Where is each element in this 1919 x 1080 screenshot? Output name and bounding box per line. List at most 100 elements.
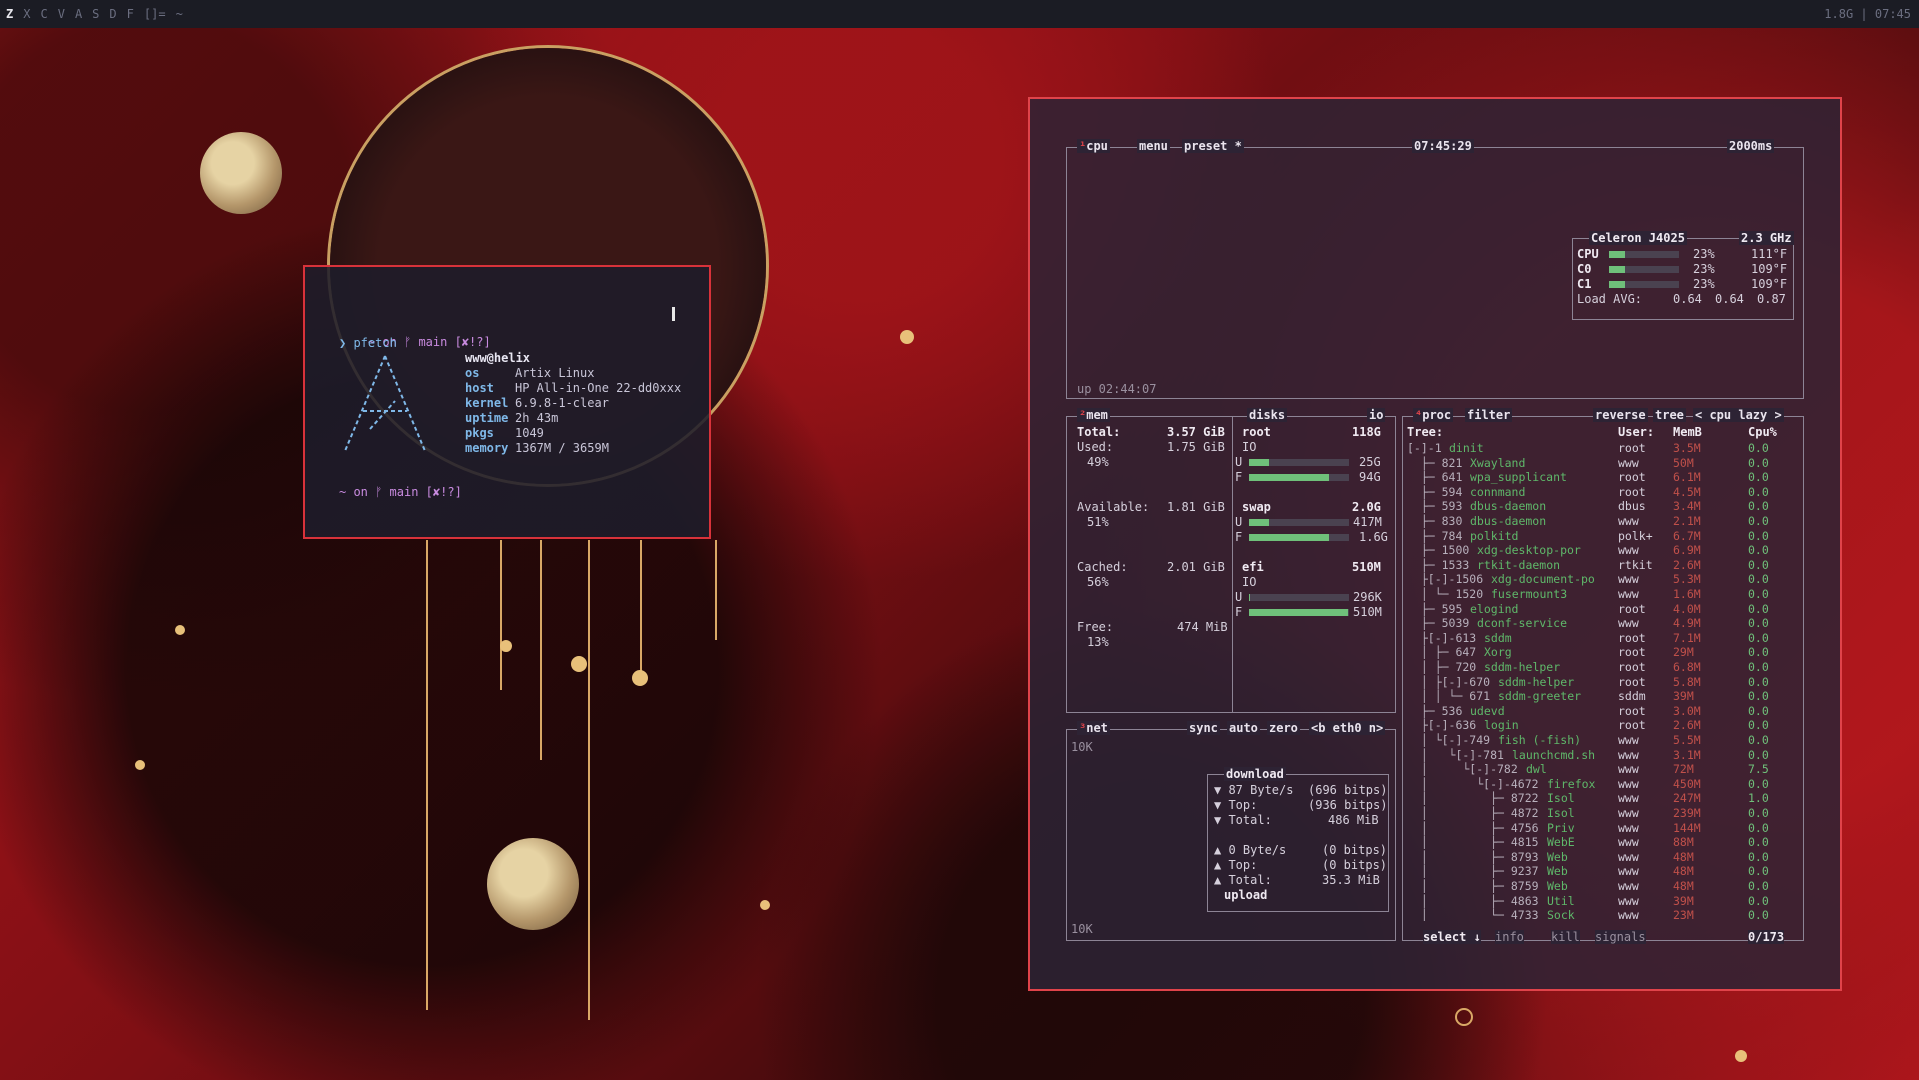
io-toggle[interactable]: io: [1367, 408, 1386, 422]
upload-top-label: ▲ Top:: [1214, 858, 1258, 872]
process-list[interactable]: [-]-1 dinit root 3.5M 0.0 ├─ 821 Xwayland ww…: [1407, 441, 1797, 921]
table-row[interactable]: ├─ 5039 dconf-service www 4.9M 0.0: [1407, 616, 1797, 631]
table-row[interactable]: ├─ 821 Xwayland www 50M 0.0: [1407, 456, 1797, 471]
workspace-tag[interactable]: S: [92, 7, 99, 21]
wallpaper-drip: [640, 540, 642, 680]
proc-user: rtkit: [1618, 557, 1653, 572]
workspace-tag[interactable]: X: [23, 7, 30, 21]
proc-name: fusermount3: [1491, 587, 1568, 601]
proc-cpu: 0.0: [1748, 630, 1769, 645]
net-interface-selector[interactable]: <b eth0 n>: [1309, 721, 1386, 735]
table-row[interactable]: │ │ └─ 671 sddm-greeter sddm 39M 0.0: [1407, 689, 1797, 704]
workspace-tag[interactable]: Z: [6, 7, 13, 21]
load-avg-15: 0.87: [1757, 292, 1786, 306]
table-row[interactable]: │ ├─ 4872 Isol www 239M 0.0: [1407, 806, 1797, 821]
proc-tree-branch: ├─ 821: [1407, 455, 1470, 470]
layout-indicator[interactable]: []=: [144, 7, 166, 21]
menu-button[interactable]: menu: [1137, 139, 1170, 153]
proc-tree-branch: │ ├─ 4756: [1407, 820, 1546, 835]
load-avg-1: 0.64: [1673, 292, 1702, 306]
table-row[interactable]: ├[-]-613 sddm root 7.1M 0.0: [1407, 631, 1797, 646]
table-row[interactable]: ├─ 594 connmand root 4.5M 0.0: [1407, 485, 1797, 500]
proc-kill-button[interactable]: kill: [1551, 930, 1580, 944]
workspace-tag[interactable]: D: [109, 7, 116, 21]
proc-sort-selector[interactable]: < cpu lazy >: [1693, 408, 1784, 422]
disk-size: 118G: [1352, 425, 1381, 439]
proc-user: polk+: [1618, 528, 1653, 543]
workspace-tag[interactable]: A: [75, 7, 82, 21]
proc-tree-toggle[interactable]: tree: [1653, 408, 1686, 422]
workspace-tag[interactable]: F: [127, 7, 134, 21]
table-row[interactable]: ├─ 641 wpa_supplicant root 6.1M 0.0: [1407, 470, 1797, 485]
table-row[interactable]: ├─ 1500 xdg-desktop-por www 6.9M 0.0: [1407, 543, 1797, 558]
table-row[interactable]: │ └[-]-4672 firefox www 450M 0.0: [1407, 777, 1797, 792]
table-row[interactable]: │ └[-]-749 fish (-fish) www 5.5M 0.0: [1407, 733, 1797, 748]
table-row[interactable]: │ ├─ 9237 Web www 48M 0.0: [1407, 864, 1797, 879]
table-row[interactable]: │ └[-]-781 launchcmd.sh www 3.1M 0.0: [1407, 748, 1797, 763]
proc-mem: 29M: [1673, 645, 1694, 660]
cpu-model: Celeron J4025: [1589, 231, 1687, 245]
proc-name: dwl: [1526, 762, 1547, 777]
table-row[interactable]: │ ├─ 4863 Util www 39M 0.0: [1407, 894, 1797, 909]
proc-mem: 1.6M: [1673, 587, 1701, 601]
net-zero-toggle[interactable]: zero: [1267, 721, 1300, 735]
table-row[interactable]: │ ├─ 647 Xorg root 29M 0.0: [1407, 645, 1797, 660]
proc-signals-button[interactable]: signals: [1595, 930, 1646, 944]
proc-user: www: [1618, 616, 1639, 631]
net-tab[interactable]: net: [1086, 721, 1108, 735]
table-row[interactable]: │ └[-]-782 dwl www 72M 7.5: [1407, 762, 1797, 777]
download-rate-bits: (696 bitps): [1308, 783, 1388, 797]
proc-user: www: [1618, 762, 1639, 777]
pfetch-user: www@helix: [465, 351, 531, 365]
proc-tree-branch: │ └[-]-4672: [1407, 776, 1546, 791]
table-row[interactable]: ├─ 784 polkitd polk+ 6.7M 0.0: [1407, 529, 1797, 544]
proc-mem: 450M: [1673, 776, 1701, 791]
table-row[interactable]: │ ├─ 8722 Isol www 247M 1.0: [1407, 791, 1797, 806]
disk-name: swap: [1242, 500, 1271, 514]
net-box: ³net sync auto zero <b eth0 n> 10K 10K d…: [1066, 721, 1396, 941]
table-row[interactable]: │ ├─ 4815 WebE www 88M 0.0: [1407, 835, 1797, 850]
table-row[interactable]: │ ├[-]-670 sddm-helper root 5.8M 0.0: [1407, 675, 1797, 690]
table-row[interactable]: ├─ 536 udevd root 3.0M 0.0: [1407, 704, 1797, 719]
table-row[interactable]: [-]-1 dinit root 3.5M 0.0: [1407, 441, 1797, 456]
net-auto-toggle[interactable]: auto: [1227, 721, 1260, 735]
table-row[interactable]: ├─ 595 elogind root 4.0M 0.0: [1407, 602, 1797, 617]
net-sync-toggle[interactable]: sync: [1187, 721, 1220, 735]
proc-filter-button[interactable]: filter: [1465, 408, 1513, 422]
proc-name: Isol: [1547, 791, 1575, 806]
proc-cpu: 0.0: [1748, 879, 1769, 893]
table-row[interactable]: │ ├─ 4756 Priv www 144M 0.0: [1407, 821, 1797, 836]
proc-tree-branch: │ ├─ 8722: [1407, 791, 1546, 806]
proc-info-button[interactable]: info: [1495, 930, 1524, 944]
proc-user: www: [1618, 733, 1639, 747]
table-row[interactable]: ├─ 1533 rtkit-daemon rtkit 2.6M 0.0: [1407, 558, 1797, 573]
table-row[interactable]: ├[-]-636 login root 2.6M 0.0: [1407, 718, 1797, 733]
upload-title: upload: [1224, 888, 1268, 902]
table-row[interactable]: ├─ 830 dbus-daemon www 2.1M 0.0: [1407, 514, 1797, 529]
mem-free-label: Free:: [1077, 620, 1114, 634]
proc-mem: 2.1M: [1673, 514, 1701, 528]
proc-reverse-toggle[interactable]: reverse: [1593, 408, 1648, 422]
table-row[interactable]: ├─ 593 dbus-daemon dbus 3.4M 0.0: [1407, 499, 1797, 514]
proc-tree-branch: ├─ 594: [1407, 484, 1470, 499]
workspace-tag[interactable]: V: [58, 7, 65, 21]
proc-mem: 3.4M: [1673, 499, 1701, 514]
update-interval[interactable]: 2000ms: [1727, 139, 1775, 153]
table-row[interactable]: │ ├─ 8759 Web www 48M 0.0: [1407, 879, 1797, 894]
mem-tab[interactable]: mem: [1086, 408, 1108, 422]
proc-tab[interactable]: proc: [1422, 408, 1451, 422]
table-row[interactable]: │ └─ 1520 fusermount3 www 1.6M 0.0: [1407, 587, 1797, 602]
table-row[interactable]: │ ├─ 8793 Web www 48M 0.0: [1407, 850, 1797, 865]
btop-window[interactable]: ¹cpu menu preset * 07:45:29 2000ms up 02…: [1028, 97, 1842, 991]
table-row[interactable]: ├[-]-1506 xdg-document-po www 5.3M 0.0: [1407, 572, 1797, 587]
workspace-tag[interactable]: C: [40, 7, 47, 21]
proc-select-button[interactable]: select ↓: [1423, 930, 1481, 944]
disk-free-bar: [1249, 534, 1349, 541]
wallpaper-dot: [1455, 1008, 1473, 1026]
terminal-window[interactable]: ~ on ᚠ main [✘!?] ❯ pfetch www@helix os …: [303, 265, 711, 539]
cpu-tab[interactable]: cpu: [1086, 139, 1108, 153]
preset-button[interactable]: preset *: [1182, 139, 1244, 153]
table-row[interactable]: │ └─ 4733 Sock www 23M 0.0: [1407, 908, 1797, 921]
table-row[interactable]: │ ├─ 720 sddm-helper root 6.8M 0.0: [1407, 660, 1797, 675]
proc-name: elogind: [1470, 601, 1519, 616]
